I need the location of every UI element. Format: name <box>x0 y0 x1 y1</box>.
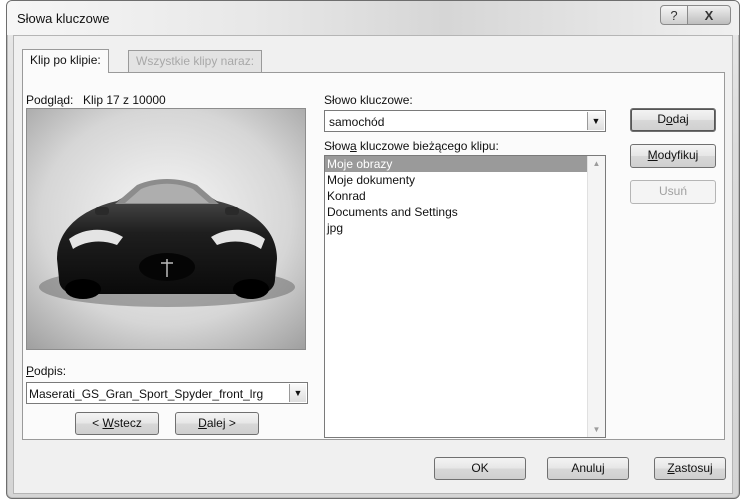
current-keywords-label: Słowa kluczowe bieżącego klipu: <box>324 139 499 153</box>
caption-dropdown-arrow-icon[interactable]: ▼ <box>289 384 306 402</box>
keyword-dropdown-arrow-icon[interactable]: ▼ <box>587 112 604 130</box>
back-button[interactable]: < Wstecz <box>75 412 159 435</box>
list-item[interactable]: Konrad <box>325 188 605 204</box>
current-keywords-list[interactable]: Moje obrazy Moje dokumenty Konrad Docume… <box>324 155 606 438</box>
apply-button[interactable]: Zastosuj <box>654 457 726 480</box>
scroll-up-icon[interactable]: ▲ <box>588 159 605 168</box>
tab-all-clips[interactable]: Wszystkie klipy naraz: <box>128 50 263 72</box>
tab-clip-by-clip-label: Klip po klipie: <box>30 53 101 67</box>
cancel-button[interactable]: Anuluj <box>547 457 629 480</box>
list-item[interactable]: Moje dokumenty <box>325 172 605 188</box>
caption-label: Podpis: <box>26 364 67 378</box>
list-scrollbar[interactable]: ▲ ▼ <box>587 156 605 437</box>
remove-button[interactable]: Usuń <box>630 180 716 204</box>
window-title: Słowa kluczowe <box>17 11 110 26</box>
caption-combo[interactable]: Maserati_GS_Gran_Sport_Spyder_front_lrg … <box>26 382 308 404</box>
close-button[interactable]: X <box>687 5 731 25</box>
preview-image <box>26 108 306 350</box>
list-item[interactable]: Moje obrazy <box>325 156 588 172</box>
keyword-combo[interactable]: samochód ▼ <box>324 110 606 132</box>
modify-button[interactable]: Modyfikuj <box>630 144 716 168</box>
preview-label: Podgląd: <box>26 93 74 107</box>
list-item[interactable]: jpg <box>325 220 605 236</box>
scroll-down-icon[interactable]: ▼ <box>588 425 605 434</box>
caption-value: Maserati_GS_Gran_Sport_Spyder_front_lrg <box>29 387 264 401</box>
next-button[interactable]: Dalej > <box>175 412 259 435</box>
ok-button[interactable]: OK <box>434 457 526 480</box>
car-photo-icon <box>27 109 305 349</box>
tab-panel: Podgląd: Klip 17 z 10000 Podpis: Maserat… <box>22 72 725 440</box>
list-item[interactable]: Documents and Settings <box>325 204 605 220</box>
dialog-content: Klip po klipie: Wszystkie klipy naraz: P… <box>13 35 733 494</box>
clip-counter: Klip 17 z 10000 <box>83 93 166 107</box>
keyword-label: Słowo kluczowe: <box>324 93 413 107</box>
add-button[interactable]: Dodaj <box>630 108 716 132</box>
title-bar[interactable]: Słowa kluczowe ? X <box>7 1 739 35</box>
keyword-value: samochód <box>329 115 385 129</box>
tab-all-clips-label: Wszystkie klipy naraz: <box>136 54 255 68</box>
help-button[interactable]: ? <box>660 5 688 25</box>
dialog-window: Słowa kluczowe ? X Klip po klipie: Wszys… <box>6 0 740 499</box>
tab-clip-by-clip[interactable]: Klip po klipie: <box>22 49 109 73</box>
